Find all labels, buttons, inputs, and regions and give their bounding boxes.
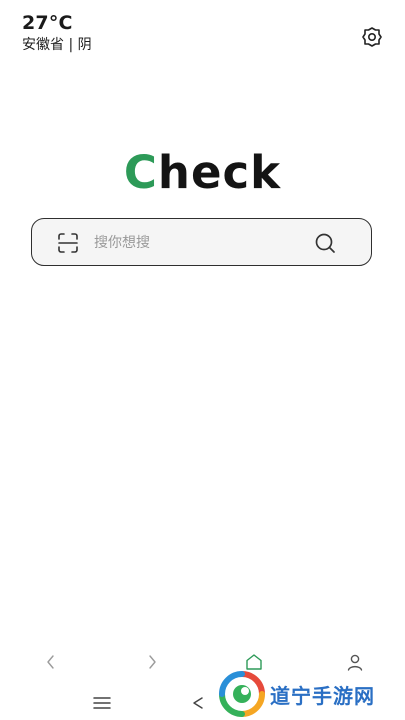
weather-widget[interactable]: 27°C 安徽省 | 阴 xyxy=(22,12,92,55)
menu-icon xyxy=(93,697,111,709)
location-weather: 安徽省 | 阴 xyxy=(22,37,92,53)
check-logo: Check xyxy=(0,143,405,203)
watermark-text: 道宁手游网 xyxy=(270,683,375,708)
logo-first-letter: C xyxy=(123,146,158,199)
logo-rest: heck xyxy=(157,146,282,199)
chevron-right-icon xyxy=(149,655,156,669)
settings-button[interactable] xyxy=(359,24,385,50)
chevron-left-icon xyxy=(47,655,54,669)
scan-button[interactable] xyxy=(56,231,80,255)
watermark: 道宁手游网 xyxy=(218,668,405,720)
scan-icon xyxy=(58,233,78,253)
back-button[interactable] xyxy=(37,648,65,676)
menu-button[interactable] xyxy=(88,690,116,716)
back-icon xyxy=(193,697,203,709)
forward-button[interactable] xyxy=(138,648,166,676)
system-back-button[interactable] xyxy=(184,690,212,716)
search-input[interactable] xyxy=(92,229,296,257)
temperature: 27°C xyxy=(22,12,73,34)
search-button[interactable] xyxy=(313,231,337,255)
search-box[interactable] xyxy=(31,218,372,266)
search-icon xyxy=(315,233,335,253)
watermark-logo-icon xyxy=(219,671,265,717)
gear-icon xyxy=(362,27,382,47)
